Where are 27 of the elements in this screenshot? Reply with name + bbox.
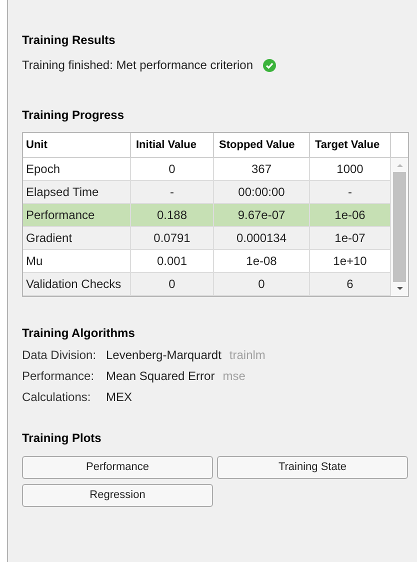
function-name: mse [222,368,246,384]
status-message: Training finished: Met performance criterion [22,57,253,73]
table-cell: 0 [131,273,214,296]
section-title: Training Progress [22,107,126,123]
table-cell: 0 [214,273,310,296]
plot-button[interactable]: Regression [22,484,213,507]
scrollbar-thumb[interactable] [393,172,406,282]
table-row[interactable]: Gradient 0.0791 0.000134 1e-07 [23,227,391,250]
field-value: Mean Squared Error [106,368,215,384]
field-value: MEX [106,389,132,405]
table-row[interactable]: Elapsed Time - 00:00:00 - [23,181,391,204]
section-title: Training Plots [22,430,102,446]
section-title: Training Algorithms [22,325,136,341]
table-row[interactable]: Epoch 0 367 1000 [23,158,391,181]
section-title: Training Results [22,32,116,48]
scrollbar[interactable] [391,158,408,296]
function-name: trainlm [229,347,266,363]
field-label: Calculations: [22,389,92,405]
field-label: Data Division: [22,347,98,363]
field-value: Levenberg-Marquardt [106,347,222,363]
plot-button[interactable]: Training State [217,456,408,479]
table-cell: Validation Checks [23,273,131,296]
field-label: Performance: [22,368,96,384]
table-row[interactable]: Performance 0.188 9.67e-07 1e-06 [23,204,391,227]
table-row[interactable]: Validation Checks 0 0 6 [23,273,391,296]
plot-button[interactable]: Performance [22,456,213,479]
table-row[interactable]: Mu 0.001 1e-08 1e+10 [23,250,391,273]
